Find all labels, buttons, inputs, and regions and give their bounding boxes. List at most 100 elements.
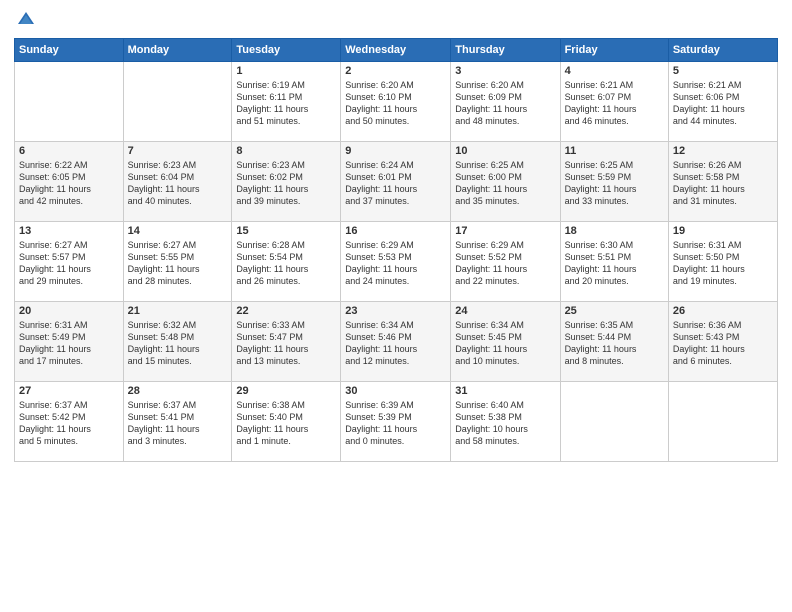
calendar-cell: 26Sunrise: 6:36 AM Sunset: 5:43 PM Dayli… [668,302,777,382]
calendar-cell: 31Sunrise: 6:40 AM Sunset: 5:38 PM Dayli… [451,382,560,462]
logo-icon [16,10,36,30]
cell-details: Sunrise: 6:38 AM Sunset: 5:40 PM Dayligh… [236,399,336,448]
day-number: 9 [345,145,446,157]
cell-details: Sunrise: 6:39 AM Sunset: 5:39 PM Dayligh… [345,399,446,448]
calendar-cell: 20 Sunrise: 6:31 AM Sunset: 5:49 PM Dayli… [15,302,124,382]
day-number: 18 [565,225,664,237]
calendar-cell: 16Sunrise: 6:29 AM Sunset: 5:53 PM Dayli… [341,222,451,302]
day-number: 27 [19,385,119,397]
cell-details: Sunrise: 6:21 AM Sunset: 6:07 PM Dayligh… [565,79,664,128]
cell-details: Sunrise: 6:25 AM Sunset: 5:59 PM Dayligh… [565,159,664,208]
calendar-cell: 7 Sunrise: 6:23 AM Sunset: 6:04 PM Daylig… [123,142,232,222]
calendar-cell: 19 Sunrise: 6:31 AM Sunset: 5:50 PM Dayli… [668,222,777,302]
day-number: 26 [673,305,773,317]
week-row-4: 20 Sunrise: 6:31 AM Sunset: 5:49 PM Dayli… [15,302,778,382]
calendar-cell: 8 Sunrise: 6:23 AM Sunset: 6:02 PM Daylig… [232,142,341,222]
day-number: 14 [128,225,228,237]
day-number: 16 [345,225,446,237]
calendar-cell [560,382,668,462]
header [14,10,778,30]
cell-details: Sunrise: 6:23 AM Sunset: 6:04 PM Dayligh… [128,159,228,208]
calendar-cell: 21 Sunrise: 6:32 AM Sunset: 5:48 PM Dayli… [123,302,232,382]
calendar-cell: 13 Sunrise: 6:27 AM Sunset: 5:57 PM Dayli… [15,222,124,302]
day-number: 21 [128,305,228,317]
weekday-header-tuesday: Tuesday [232,39,341,62]
day-number: 25 [565,305,664,317]
calendar-cell: 30Sunrise: 6:39 AM Sunset: 5:39 PM Dayli… [341,382,451,462]
calendar-cell: 18 Sunrise: 6:30 AM Sunset: 5:51 PM Dayli… [560,222,668,302]
calendar-cell: 24 Sunrise: 6:34 AM Sunset: 5:45 PM Dayli… [451,302,560,382]
week-row-5: 27 Sunrise: 6:37 AM Sunset: 5:42 PM Dayli… [15,382,778,462]
day-number: 15 [236,225,336,237]
cell-details: Sunrise: 6:31 AM Sunset: 5:49 PM Dayligh… [19,319,119,368]
calendar-cell: 6Sunrise: 6:22 AM Sunset: 6:05 PM Daylig… [15,142,124,222]
cell-details: Sunrise: 6:23 AM Sunset: 6:02 PM Dayligh… [236,159,336,208]
calendar-cell: 28Sunrise: 6:37 AM Sunset: 5:41 PM Dayli… [123,382,232,462]
calendar-cell: 17 Sunrise: 6:29 AM Sunset: 5:52 PM Dayli… [451,222,560,302]
calendar-cell: 29 Sunrise: 6:38 AM Sunset: 5:40 PM Dayli… [232,382,341,462]
day-number: 20 [19,305,119,317]
calendar-cell [15,62,124,142]
calendar-table: SundayMondayTuesdayWednesdayThursdayFrid… [14,38,778,462]
calendar-cell: 23 Sunrise: 6:34 AM Sunset: 5:46 PM Dayli… [341,302,451,382]
cell-details: Sunrise: 6:35 AM Sunset: 5:44 PM Dayligh… [565,319,664,368]
cell-details: Sunrise: 6:25 AM Sunset: 6:00 PM Dayligh… [455,159,555,208]
weekday-header-saturday: Saturday [668,39,777,62]
weekday-header-monday: Monday [123,39,232,62]
calendar-cell: 27 Sunrise: 6:37 AM Sunset: 5:42 PM Dayli… [15,382,124,462]
weekday-header-wednesday: Wednesday [341,39,451,62]
calendar-cell: 3 Sunrise: 6:20 AM Sunset: 6:09 PM Daylig… [451,62,560,142]
weekday-header-friday: Friday [560,39,668,62]
calendar-cell: 5Sunrise: 6:21 AM Sunset: 6:06 PM Daylig… [668,62,777,142]
day-number: 10 [455,145,555,157]
day-number: 23 [345,305,446,317]
day-number: 29 [236,385,336,397]
cell-details: Sunrise: 6:26 AM Sunset: 5:58 PM Dayligh… [673,159,773,208]
cell-details: Sunrise: 6:34 AM Sunset: 5:46 PM Dayligh… [345,319,446,368]
day-number: 7 [128,145,228,157]
cell-details: Sunrise: 6:29 AM Sunset: 5:52 PM Dayligh… [455,239,555,288]
cell-details: Sunrise: 6:27 AM Sunset: 5:55 PM Dayligh… [128,239,228,288]
day-number: 24 [455,305,555,317]
calendar-cell: 4 Sunrise: 6:21 AM Sunset: 6:07 PM Daylig… [560,62,668,142]
week-row-3: 13 Sunrise: 6:27 AM Sunset: 5:57 PM Dayli… [15,222,778,302]
weekday-header-sunday: Sunday [15,39,124,62]
calendar-cell: 10 Sunrise: 6:25 AM Sunset: 6:00 PM Dayli… [451,142,560,222]
cell-details: Sunrise: 6:20 AM Sunset: 6:09 PM Dayligh… [455,79,555,128]
calendar-cell [668,382,777,462]
day-number: 12 [673,145,773,157]
calendar-cell: 12 Sunrise: 6:26 AM Sunset: 5:58 PM Dayli… [668,142,777,222]
day-number: 11 [565,145,664,157]
cell-details: Sunrise: 6:32 AM Sunset: 5:48 PM Dayligh… [128,319,228,368]
day-number: 19 [673,225,773,237]
cell-details: Sunrise: 6:28 AM Sunset: 5:54 PM Dayligh… [236,239,336,288]
cell-details: Sunrise: 6:19 AM Sunset: 6:11 PM Dayligh… [236,79,336,128]
cell-details: Sunrise: 6:30 AM Sunset: 5:51 PM Dayligh… [565,239,664,288]
calendar-cell: 9 Sunrise: 6:24 AM Sunset: 6:01 PM Daylig… [341,142,451,222]
day-number: 8 [236,145,336,157]
calendar-cell: 2 Sunrise: 6:20 AM Sunset: 6:10 PM Daylig… [341,62,451,142]
day-number: 4 [565,65,664,77]
cell-details: Sunrise: 6:24 AM Sunset: 6:01 PM Dayligh… [345,159,446,208]
calendar-cell: 25 Sunrise: 6:35 AM Sunset: 5:44 PM Dayli… [560,302,668,382]
cell-details: Sunrise: 6:20 AM Sunset: 6:10 PM Dayligh… [345,79,446,128]
day-number: 31 [455,385,555,397]
day-number: 3 [455,65,555,77]
calendar-cell: 11 Sunrise: 6:25 AM Sunset: 5:59 PM Dayli… [560,142,668,222]
calendar-cell: 14 Sunrise: 6:27 AM Sunset: 5:55 PM Dayli… [123,222,232,302]
cell-details: Sunrise: 6:34 AM Sunset: 5:45 PM Dayligh… [455,319,555,368]
day-number: 17 [455,225,555,237]
calendar-cell: 22Sunrise: 6:33 AM Sunset: 5:47 PM Dayli… [232,302,341,382]
day-number: 2 [345,65,446,77]
calendar-cell [123,62,232,142]
cell-details: Sunrise: 6:31 AM Sunset: 5:50 PM Dayligh… [673,239,773,288]
day-number: 1 [236,65,336,77]
cell-details: Sunrise: 6:27 AM Sunset: 5:57 PM Dayligh… [19,239,119,288]
day-number: 6 [19,145,119,157]
calendar-cell: 1 Sunrise: 6:19 AM Sunset: 6:11 PM Daylig… [232,62,341,142]
cell-details: Sunrise: 6:37 AM Sunset: 5:42 PM Dayligh… [19,399,119,448]
week-row-2: 6Sunrise: 6:22 AM Sunset: 6:05 PM Daylig… [15,142,778,222]
day-number: 13 [19,225,119,237]
cell-details: Sunrise: 6:33 AM Sunset: 5:47 PM Dayligh… [236,319,336,368]
logo [14,10,36,30]
